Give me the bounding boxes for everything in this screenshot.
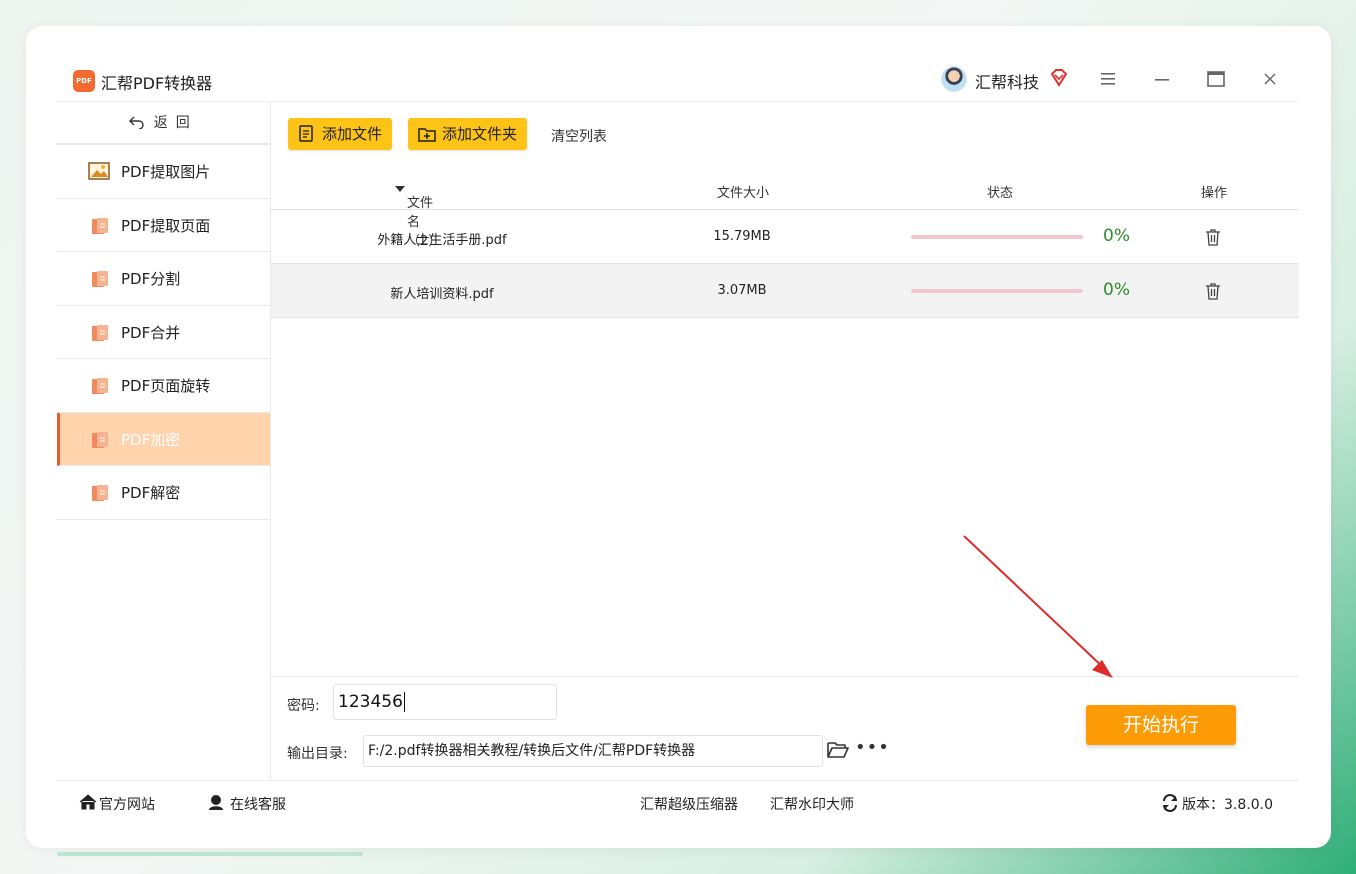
settings-panel: 密码: 123456 输出目录: F:/2.pdf转换器相关教程/转换后文件/汇… <box>271 676 1299 780</box>
folder-open-icon[interactable] <box>827 741 849 759</box>
close-icon[interactable] <box>1259 68 1281 90</box>
minimize-icon[interactable] <box>1151 68 1173 90</box>
menu-icon[interactable] <box>1097 68 1119 90</box>
user-avatar[interactable] <box>941 66 967 92</box>
title-bar: PDF 汇帮PDF转换器 汇帮科技 <box>57 56 1299 102</box>
table-row[interactable]: 新人培训资料.pdf 3.07MB 0% <box>271 264 1299 318</box>
progress-percent: 0% <box>1103 226 1130 246</box>
pdf-doc-icon <box>92 431 108 448</box>
more-options-icon[interactable]: ••• <box>855 737 890 758</box>
column-header-size: 文件大小 <box>717 186 770 201</box>
password-value: 123456 <box>338 692 403 712</box>
sidebar-item-label: PDF提取页面 <box>121 216 211 235</box>
sidebar-item-rotate[interactable]: PDF页面旋转 <box>57 359 270 413</box>
app-window: PDF 汇帮PDF转换器 汇帮科技 返回 PDF提取图片 PDF提取页面 PDF… <box>57 56 1299 824</box>
sidebar-item-label: PDF合并 <box>121 323 181 342</box>
image-icon <box>88 162 110 180</box>
pdf-doc-icon <box>92 485 108 501</box>
column-header-name[interactable]: 文件名（2） <box>395 182 441 249</box>
sidebar-item-label: PDF分割 <box>121 270 181 288</box>
add-folder-icon <box>418 128 436 142</box>
progress-percent: 0% <box>1103 280 1130 300</box>
table-header: 文件名（2） 文件大小 状态 操作 <box>271 172 1299 249</box>
file-name: 新人培训资料.pdf <box>390 287 494 302</box>
pdf-doc-icon <box>92 324 108 341</box>
trash-icon[interactable] <box>1205 282 1221 300</box>
maximize-icon[interactable] <box>1205 68 1227 90</box>
sort-down-icon <box>395 186 405 192</box>
user-name[interactable]: 汇帮科技 <box>975 69 1039 93</box>
sidebar-item-encrypt[interactable]: PDF加密 <box>57 412 270 466</box>
main-panel: 添加文件 添加文件夹 清空列表 文件名（2） 文件大小 状态 操作 外籍人士生活… <box>271 102 1299 780</box>
app-title: 汇帮PDF转换器 <box>101 74 213 93</box>
add-folder-button[interactable]: 添加文件夹 <box>408 118 527 150</box>
table-row[interactable]: 外籍人士生活手册.pdf 15.79MB 0% <box>271 210 1299 264</box>
start-button[interactable]: 开始执行 <box>1086 705 1236 745</box>
trash-icon[interactable] <box>1205 228 1221 246</box>
password-input[interactable]: 123456 <box>333 684 557 720</box>
column-header-action: 操作 <box>1201 186 1228 201</box>
online-support-link[interactable]: 在线客服 <box>230 794 286 814</box>
file-size: 3.07MB <box>717 283 767 298</box>
sidebar-item-label: PDF解密 <box>121 484 181 502</box>
pdf-doc-icon <box>92 271 108 287</box>
progress-bar <box>911 289 1083 293</box>
add-file-button[interactable]: 添加文件 <box>288 118 392 150</box>
footer: 官方网站 在线客服 汇帮超级压缩器 汇帮水印大师 版本：3.8.0.0 <box>57 780 1299 824</box>
clear-list-button[interactable]: 清空列表 <box>551 126 607 146</box>
sidebar: 返回 PDF提取图片 PDF提取页面 PDF分割 PDF合并 PDF页面旋转 P… <box>57 102 271 780</box>
column-header-status: 状态 <box>987 186 1014 201</box>
version-label: 版本：3.8.0.0 <box>1182 797 1273 813</box>
pdf-doc-icon <box>92 378 108 394</box>
refresh-icon[interactable] <box>1161 794 1179 812</box>
official-website-link[interactable]: 官方网站 <box>99 794 155 814</box>
home-icon <box>79 794 97 810</box>
back-label: 返回 <box>153 115 198 131</box>
add-file-label: 添加文件 <box>322 125 383 143</box>
horizontal-scrollbar[interactable] <box>57 852 363 856</box>
file-name: 外籍人士生活手册.pdf <box>377 233 507 248</box>
sidebar-item-split[interactable]: PDF分割 <box>57 252 270 306</box>
watermark-link[interactable]: 汇帮水印大师 <box>770 794 854 814</box>
password-label: 密码: <box>287 698 320 714</box>
sidebar-item-label: PDF加密 <box>121 430 181 449</box>
output-dir-label: 输出目录: <box>287 746 348 762</box>
sidebar-item-label: PDF提取图片 <box>121 163 211 181</box>
sidebar-item-extract-pages[interactable]: PDF提取页面 <box>57 199 270 252</box>
vip-diamond-icon[interactable] <box>1049 68 1069 88</box>
sidebar-item-merge[interactable]: PDF合并 <box>57 306 270 359</box>
add-file-icon <box>299 125 313 142</box>
pdf-doc-icon <box>92 217 108 234</box>
add-folder-label: 添加文件夹 <box>442 125 518 143</box>
support-icon <box>209 793 223 810</box>
compressor-link[interactable]: 汇帮超级压缩器 <box>640 794 738 814</box>
sidebar-item-label: PDF页面旋转 <box>121 377 211 395</box>
app-logo-icon: PDF <box>73 70 95 92</box>
back-button[interactable]: 返回 <box>57 102 270 145</box>
annotation-arrow-icon <box>963 535 1113 678</box>
sidebar-item-decrypt[interactable]: PDF解密 <box>57 466 270 520</box>
progress-bar <box>911 235 1083 239</box>
file-size: 15.79MB <box>713 229 771 244</box>
output-dir-input[interactable]: F:/2.pdf转换器相关教程/转换后文件/汇帮PDF转换器 <box>363 735 823 767</box>
back-arrow-icon <box>129 116 144 130</box>
sidebar-item-extract-images[interactable]: PDF提取图片 <box>57 145 270 199</box>
